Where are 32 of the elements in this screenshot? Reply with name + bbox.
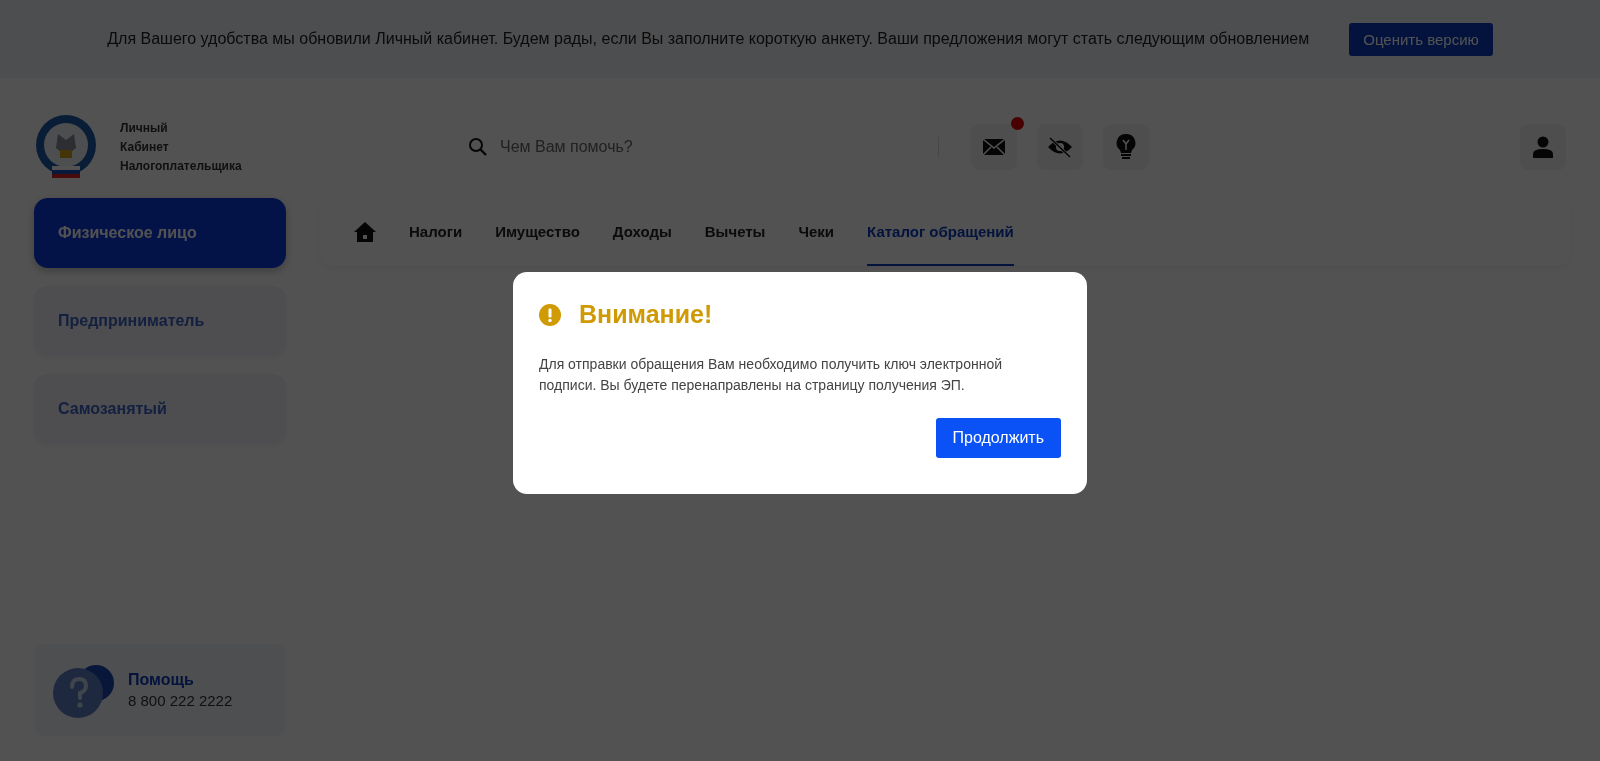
sidebar-item[interactable]: Самозанятый: [34, 374, 286, 444]
nav-tab[interactable]: Налоги: [409, 198, 463, 266]
sidebar-item[interactable]: Физическое лицо: [34, 198, 286, 268]
warning-icon: [539, 303, 561, 326]
nav-tab[interactable]: Имущество: [495, 198, 580, 266]
search-icon: [468, 137, 488, 157]
sidebar-item[interactable]: Предприниматель: [34, 286, 286, 356]
logo-text: Личный: [120, 119, 169, 137]
nav-tab[interactable]: Вычеты: [704, 198, 766, 266]
dialog-title: Внимание!: [579, 300, 713, 329]
lightbulb-icon: [1116, 134, 1136, 160]
mail-button[interactable]: [971, 124, 1017, 170]
continue-button[interactable]: Продолжить: [935, 418, 1061, 458]
dialog-message: Для отправки обращения Вам необходимо получить ключ электронной подписи. Вы будете перенаправлены на страницу получения ЭП.: [539, 355, 1003, 395]
eye-off-icon: [1047, 136, 1073, 158]
help-title[interactable]: Помощь: [128, 671, 233, 689]
bulb-button[interactable]: [1103, 124, 1149, 170]
banner-text: Для Вашего удобства мы обновили Личный кабинет. Будем рады, если Вы заполните короткую анкету. Ваши предложения могут стать следующим обновлением: [107, 30, 1310, 48]
eye-off-button[interactable]: [1037, 124, 1083, 170]
emblem-icon[interactable]: [34, 114, 98, 180]
user-icon: [1533, 136, 1553, 158]
mail-icon: [983, 138, 1005, 156]
nav-tab[interactable]: Доходы: [612, 198, 672, 266]
nav-tab[interactable]: Каталог обращений: [867, 198, 1014, 266]
home-icon[interactable]: [354, 221, 376, 243]
logo-text: Кабинет: [120, 138, 170, 156]
nav-tab[interactable]: Чеки: [798, 198, 835, 266]
notification-dot: [1011, 117, 1024, 130]
profile-button[interactable]: [1520, 124, 1566, 170]
logo-text: Налогоплательщика: [120, 157, 242, 175]
rate-button[interactable]: Оценить версию: [1349, 22, 1493, 56]
help-phone: 8 800 222 2222: [128, 692, 233, 709]
